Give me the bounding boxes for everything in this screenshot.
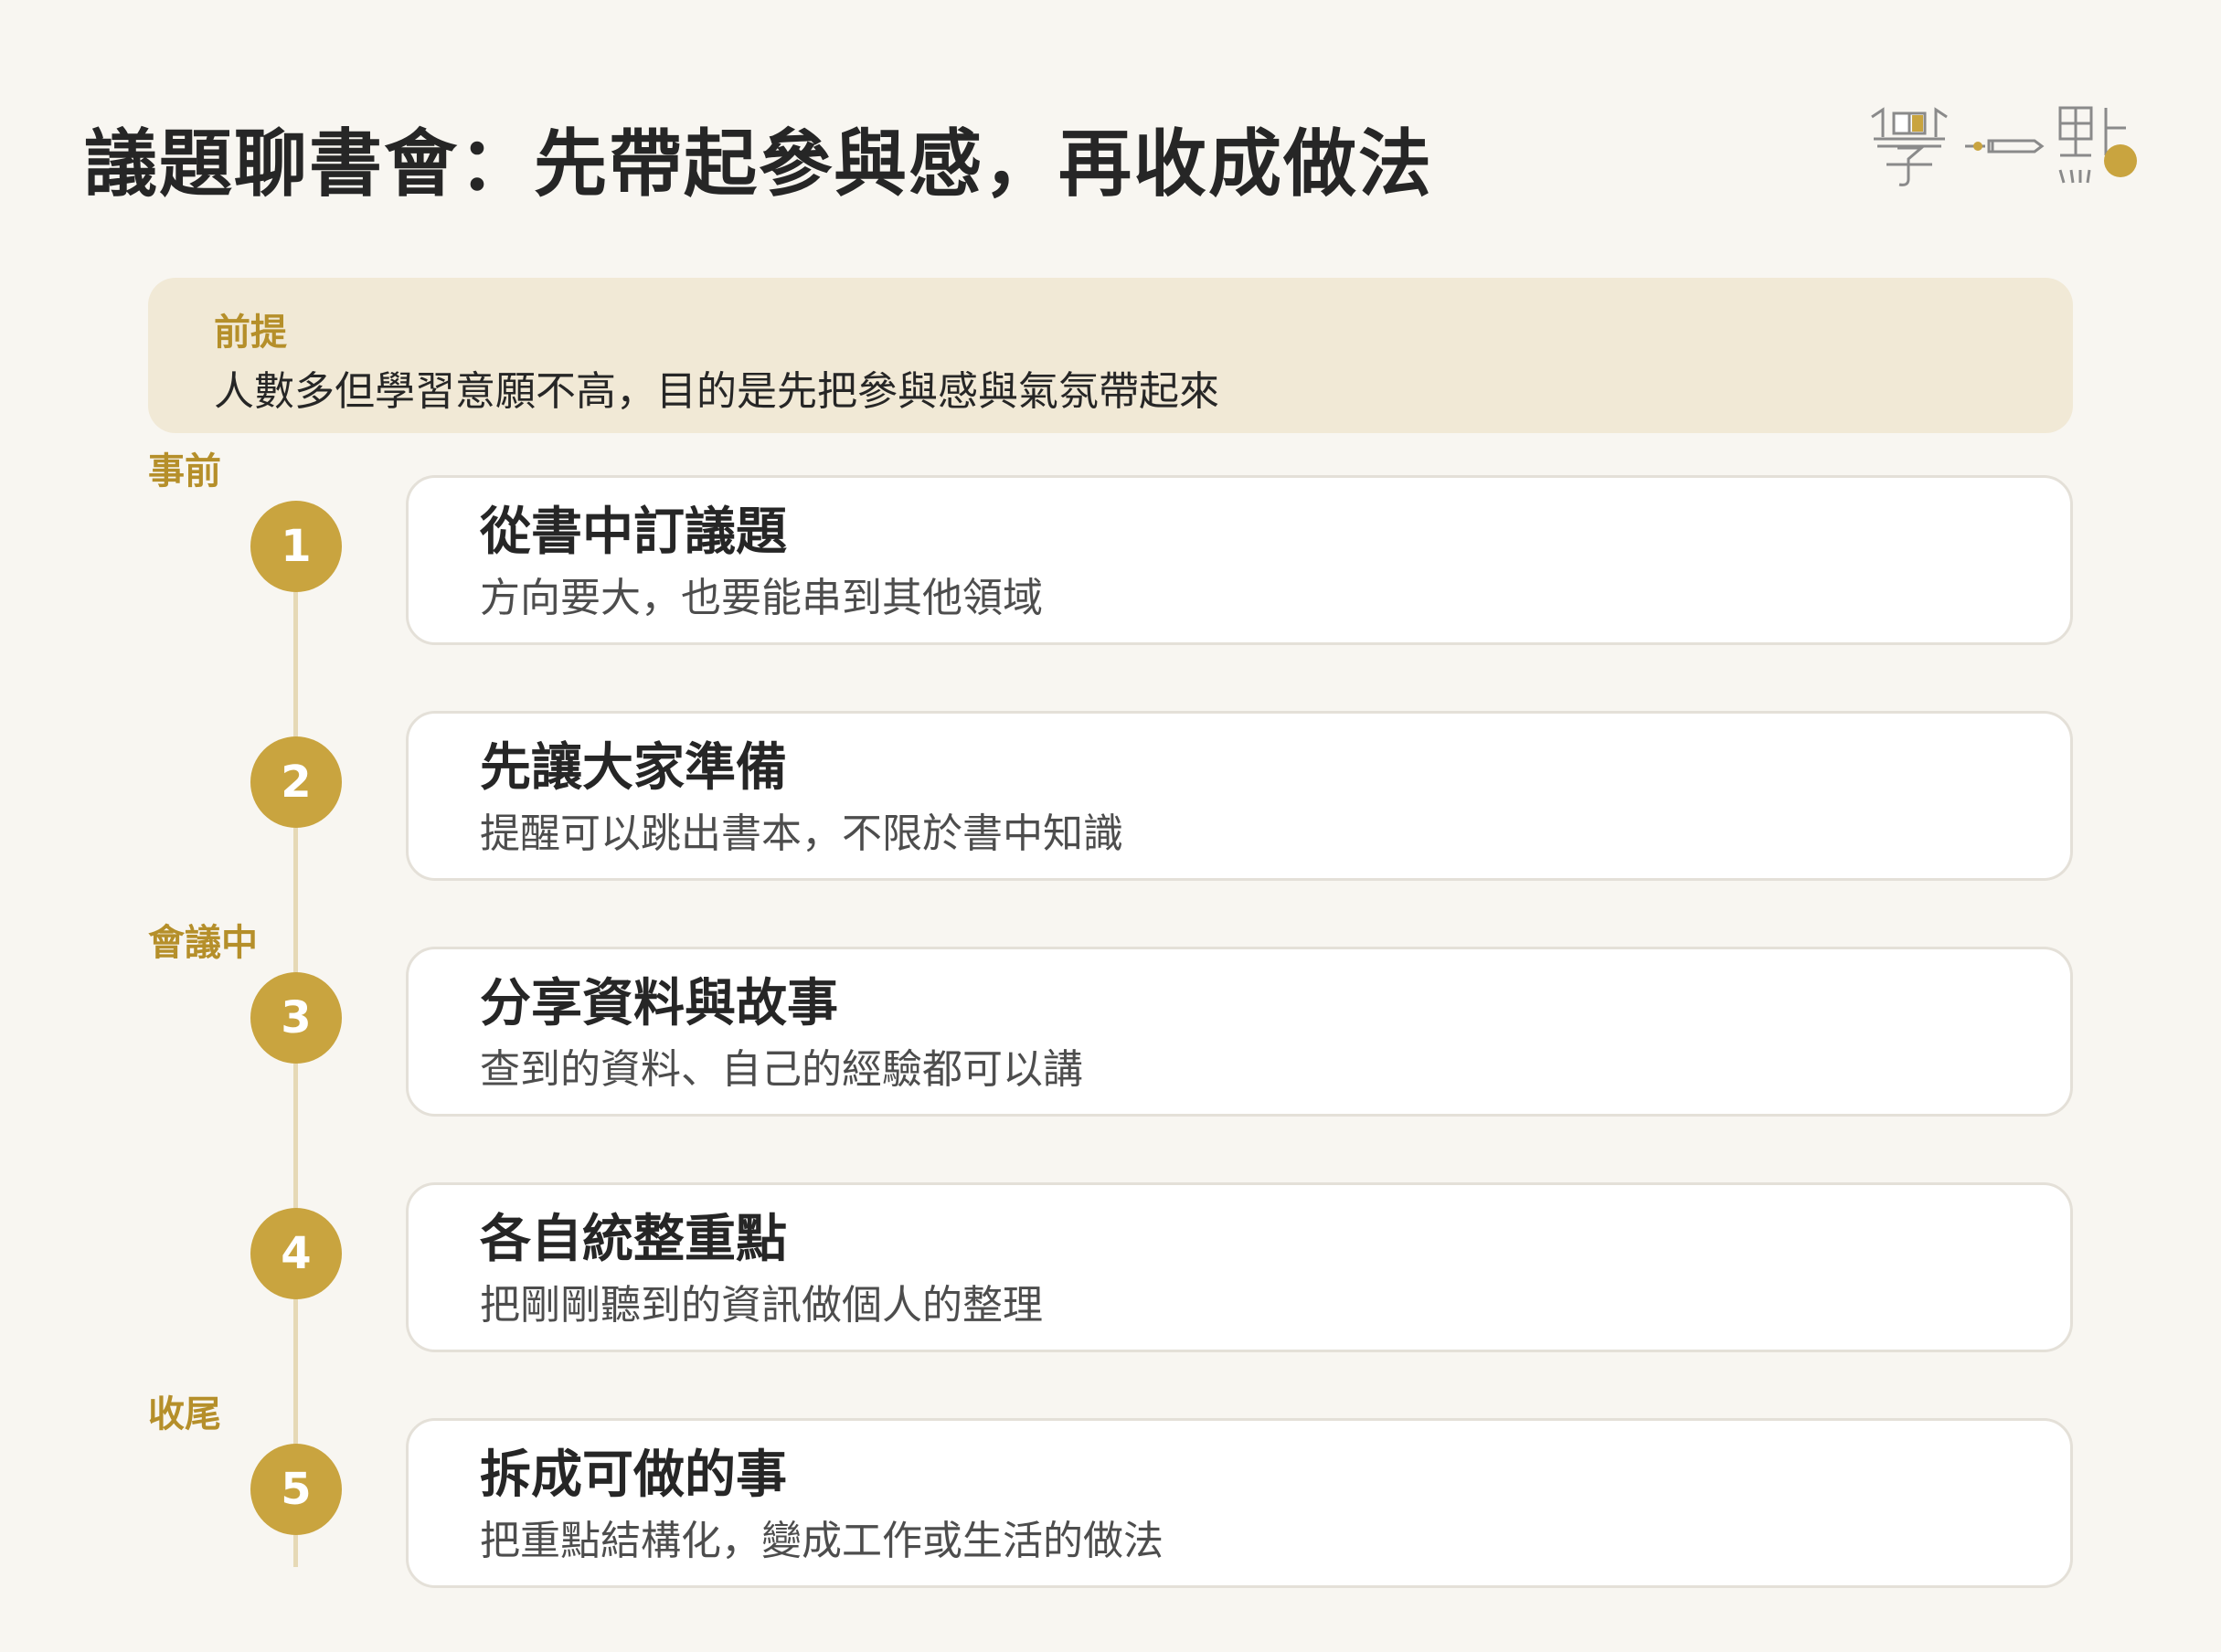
step-title: 各自統整重點 — [480, 1210, 787, 1269]
step-description: 把剛剛聽到的資訊做個人的整理 — [480, 1282, 1043, 1329]
step-card: 拆成可做的事 把重點結構化，變成工作或生活的做法 — [406, 1418, 2073, 1588]
phase-label-before: 事前 — [148, 450, 221, 492]
step-card: 從書中訂議題 方向要大，也要能串到其他領域 — [406, 475, 2073, 645]
step-description: 提醒可以跳出書本，不限於書中知識 — [480, 810, 1123, 857]
dot-icon — [2104, 144, 2137, 177]
page-title: 議題聊書會：先帶起參與感，再收成做法 — [84, 122, 1433, 206]
step-description: 把重點結構化，變成工作或生活的做法 — [480, 1518, 1164, 1564]
step-number-badge: 3 — [250, 972, 342, 1064]
step-card: 各自統整重點 把剛剛聽到的資訊做個人的整理 — [406, 1182, 2073, 1352]
phase-label-closing: 收尾 — [148, 1393, 221, 1435]
step-number-badge: 5 — [250, 1444, 342, 1535]
step-number-badge: 4 — [250, 1208, 342, 1299]
step-title: 拆成可做的事 — [480, 1446, 787, 1505]
step-card: 分享資料與故事 查到的資料、自己的經驗都可以講 — [406, 947, 2073, 1117]
phase-label-during: 會議中 — [148, 922, 258, 964]
step-title: 分享資料與故事 — [480, 974, 838, 1033]
step-card: 先讓大家準備 提醒可以跳出書本，不限於書中知識 — [406, 711, 2073, 881]
learn-book-icon — [1871, 107, 1948, 186]
step-title: 從書中訂議題 — [480, 503, 787, 562]
premise-label: 前提 — [214, 312, 287, 354]
book-page-accent — [1912, 115, 1923, 132]
premise-box: 前提 人數多但學習意願不高，目的是先把參與感與氣氛帶起來 — [148, 278, 2073, 433]
step-description: 查到的資料、自己的經驗都可以講 — [480, 1046, 1083, 1093]
step-number-badge: 2 — [250, 736, 342, 828]
step-description: 方向要大，也要能串到其他領域 — [480, 575, 1043, 621]
step-title: 先讓大家準備 — [480, 738, 787, 798]
pen-accent — [1973, 142, 1982, 151]
logo — [1871, 106, 2137, 186]
premise-text: 人數多但學習意願不高，目的是先把參與感與氣氛帶起來 — [214, 368, 1219, 415]
step-number-badge: 1 — [250, 501, 342, 592]
